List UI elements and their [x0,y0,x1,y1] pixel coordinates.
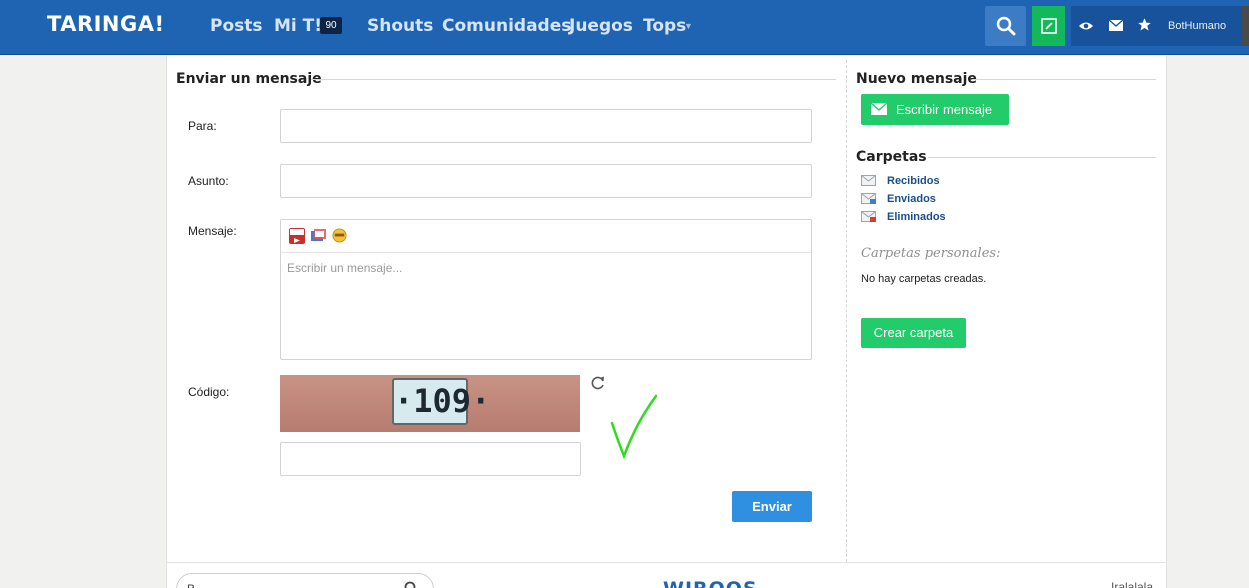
inbox-mail-icon [861,175,876,186]
message-label: Mensaje: [188,224,237,238]
site-logo[interactable]: TARINGA! [47,12,165,36]
title-divider [972,79,1156,80]
nav-posts[interactable]: Posts [210,16,263,36]
nav-mi-t[interactable]: Mi T! [274,16,322,36]
subject-label: Asunto: [188,174,229,188]
create-folder-button[interactable]: Crear carpeta [861,318,966,348]
footer-logo[interactable]: WIROOS [663,578,758,588]
mi-t-badge: 90 [320,17,342,34]
nav-juegos[interactable]: Juegos [569,16,633,36]
title-divider [928,157,1156,158]
nav-shouts[interactable]: Shouts [367,16,433,36]
search-icon[interactable] [404,581,418,588]
star-icon[interactable] [1137,17,1152,32]
no-folders-text: No hay carpetas creadas. [861,273,987,285]
emoticon-icon[interactable] [332,228,347,243]
folder-sent[interactable]: Enviados [887,193,936,205]
sent-mail-icon [861,193,876,204]
edit-icon [1041,18,1057,34]
deleted-mail-icon [861,211,876,222]
write-message-button[interactable]: Escribir mensaje [861,94,1009,125]
folder-deleted[interactable]: Eliminados [887,211,946,223]
to-input[interactable] [280,109,812,143]
nav-comunidades[interactable]: Comunidades [442,16,571,36]
top-navbar: TARINGA! Posts Mi T! 90 Shouts Comunidad… [0,0,1249,55]
title-divider [311,79,836,80]
footer-search-placeholder: B [187,582,195,588]
send-button[interactable]: Enviar [732,491,812,522]
captcha-card: ·109· [392,378,490,425]
folders-title: Carpetas [856,149,927,165]
captcha-input[interactable] [280,442,581,476]
send-message-title: Enviar un mensaje [176,71,322,87]
chevron-down-icon: ▼ [684,21,693,31]
eye-icon[interactable] [1078,20,1094,32]
message-placeholder: Escribir un mensaje... [287,261,403,275]
search-icon [996,16,1016,36]
message-editor[interactable]: Escribir un mensaje... [280,219,812,360]
mail-icon [871,103,887,115]
to-label: Para: [188,119,217,133]
youtube-icon[interactable] [289,228,305,244]
footer-link[interactable]: Iralalala [1111,580,1153,588]
new-message-title: Nuevo mensaje [856,71,977,87]
checkmark-icon [610,394,658,459]
subject-input[interactable] [280,164,812,198]
compose-button[interactable] [1032,6,1065,46]
folder-inbox[interactable]: Recibidos [887,175,940,187]
image-icon[interactable] [311,229,326,243]
captcha-image: ·109· [280,375,580,432]
personal-folders-title: Carpetas personales: [861,246,1001,261]
write-message-label: Escribir mensaje [896,102,993,117]
footer-divider [166,562,1167,563]
column-divider [846,60,847,562]
mail-icon[interactable] [1109,20,1123,31]
editor-toolbar [281,220,811,253]
search-button[interactable] [985,6,1026,46]
avatar[interactable] [1242,6,1249,46]
username[interactable]: BotHumano [1168,20,1226,32]
footer-search-input[interactable]: B [176,573,434,588]
nav-tops[interactable]: Tops [643,16,686,36]
refresh-icon[interactable] [590,375,606,391]
code-label: Código: [188,385,230,399]
